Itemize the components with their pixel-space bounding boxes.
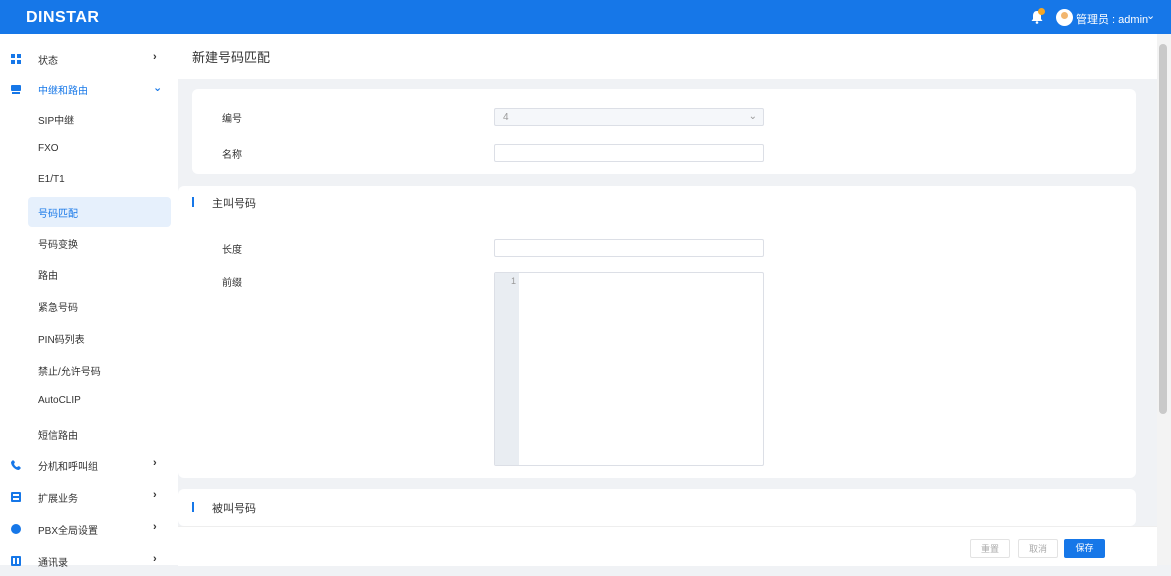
name-label: 名称 xyxy=(222,150,242,161)
chevron-right-icon: › xyxy=(153,553,157,565)
caller-section-title: 主叫号码 xyxy=(212,198,256,210)
prefix-editor[interactable]: 1 xyxy=(494,272,764,466)
sidebar-subitem-block-allow[interactable]: 禁止/允许号码 xyxy=(28,355,171,385)
number-label: 编号 xyxy=(222,114,242,125)
sidebar-subitem-label: 路由 xyxy=(38,271,58,282)
sidebar-item-label: 扩展业务 xyxy=(38,494,78,505)
page-header: 新建号码匹配 xyxy=(178,34,1157,79)
sidebar-item-ext-business[interactable]: 扩展业务 › xyxy=(0,482,178,512)
cancel-button[interactable]: 取消 xyxy=(1018,539,1058,558)
number-select-value: 4 xyxy=(503,112,509,123)
sidebar-subitem-label: 号码匹配 xyxy=(38,209,78,220)
sidebar-subitem-label: E1/T1 xyxy=(38,174,65,185)
scrollbar-thumb[interactable] xyxy=(1159,44,1167,414)
sidebar-subitem-label: PIN码列表 xyxy=(38,335,85,346)
user-menu-label[interactable]: 管理员 : admin xyxy=(1076,11,1148,27)
sidebar-subitem-sms-route[interactable]: 短信路由 xyxy=(28,419,171,449)
callee-section-title: 被叫号码 xyxy=(212,503,256,515)
line-number-gutter: 1 xyxy=(495,273,519,465)
sidebar-item-label: 分机和呼叫组 xyxy=(38,462,98,473)
line-number: 1 xyxy=(511,276,517,286)
length-field[interactable] xyxy=(494,239,764,257)
name-field[interactable] xyxy=(494,144,764,162)
chevron-down-icon: ⌄ xyxy=(153,82,163,94)
globe-icon xyxy=(11,524,21,534)
form-footer: 重置 取消 保存 xyxy=(178,526,1157,566)
chevron-down-icon[interactable]: ⌄ xyxy=(1146,9,1155,22)
avatar[interactable] xyxy=(1056,9,1073,26)
sidebar-subitem-number-transform[interactable]: 号码变换 xyxy=(28,228,171,258)
chevron-right-icon: › xyxy=(153,457,157,469)
chevron-right-icon: › xyxy=(153,51,157,63)
sidebar-subitem-label: 禁止/允许号码 xyxy=(38,367,101,378)
sidebar-subitem-label: SIP中继 xyxy=(38,116,75,127)
chevron-right-icon: › xyxy=(153,521,157,533)
page-title: 新建号码匹配 xyxy=(192,50,271,65)
sidebar-subitem-e1t1[interactable]: E1/T1 xyxy=(28,166,171,196)
logo: DINSTAR xyxy=(26,9,100,26)
caller-number-card: 主叫号码 长度 前缀 1 xyxy=(178,186,1136,478)
sidebar-subitem-fxo[interactable]: FXO xyxy=(28,135,171,165)
sidebar-item-label: PBX全局设置 xyxy=(38,526,99,537)
sidebar-item-status[interactable]: 状态 › xyxy=(0,44,178,74)
server-icon xyxy=(11,85,21,94)
sidebar-item-pbx-global[interactable]: PBX全局设置 › xyxy=(0,514,178,544)
section-accent-bar xyxy=(192,197,194,207)
sidebar-subitem-pin-list[interactable]: PIN码列表 xyxy=(28,323,171,353)
reset-button[interactable]: 重置 xyxy=(970,539,1010,558)
sidebar: 状态 › 中继和路由 ⌄ SIP中继 FXO E1/T1 号码匹配 号码变换 路… xyxy=(0,34,178,569)
sidebar-subitem-label: 短信路由 xyxy=(38,431,78,442)
sidebar-subitem-autoclip[interactable]: AutoCLIP xyxy=(28,387,171,417)
sidebar-subitem-label: 号码变换 xyxy=(38,240,78,251)
dashboard-icon xyxy=(11,54,21,64)
prefix-label: 前缀 xyxy=(222,278,242,289)
sidebar-item-label: 状态 xyxy=(38,56,58,67)
number-select[interactable]: 4 ⌄ xyxy=(494,108,764,126)
sidebar-subitem-sip-trunk[interactable]: SIP中继 xyxy=(28,104,171,134)
phone-icon xyxy=(11,460,21,470)
sidebar-subitem-number-match[interactable]: 号码匹配 xyxy=(28,197,171,227)
basic-info-card: 编号 4 ⌄ 名称 xyxy=(192,89,1136,174)
chevron-down-icon: ⌄ xyxy=(748,111,757,122)
sidebar-subitem-emergency-number[interactable]: 紧急号码 xyxy=(28,291,171,321)
sidebar-item-label: 中继和路由 xyxy=(38,86,88,97)
apps-icon xyxy=(11,492,21,502)
sidebar-item-label: 通讯录 xyxy=(38,558,68,569)
sidebar-subitem-route[interactable]: 路由 xyxy=(28,259,171,289)
save-button[interactable]: 保存 xyxy=(1064,539,1105,558)
top-bar: DINSTAR 管理员 : admin ⌄ xyxy=(0,0,1171,34)
sidebar-item-trunk-routing[interactable]: 中继和路由 ⌄ xyxy=(0,74,178,104)
sidebar-item-contacts[interactable]: 通讯录 › xyxy=(0,546,178,576)
sidebar-subitem-label: 紧急号码 xyxy=(38,303,78,314)
sidebar-subitem-label: FXO xyxy=(38,143,59,154)
section-accent-bar xyxy=(192,502,194,512)
sidebar-item-ext-groups[interactable]: 分机和呼叫组 › xyxy=(0,450,178,480)
length-label: 长度 xyxy=(222,245,242,256)
chevron-right-icon: › xyxy=(153,489,157,501)
notification-badge xyxy=(1038,8,1045,15)
sidebar-subitem-label: AutoCLIP xyxy=(38,395,81,406)
callee-number-card: 被叫号码 xyxy=(178,489,1136,526)
